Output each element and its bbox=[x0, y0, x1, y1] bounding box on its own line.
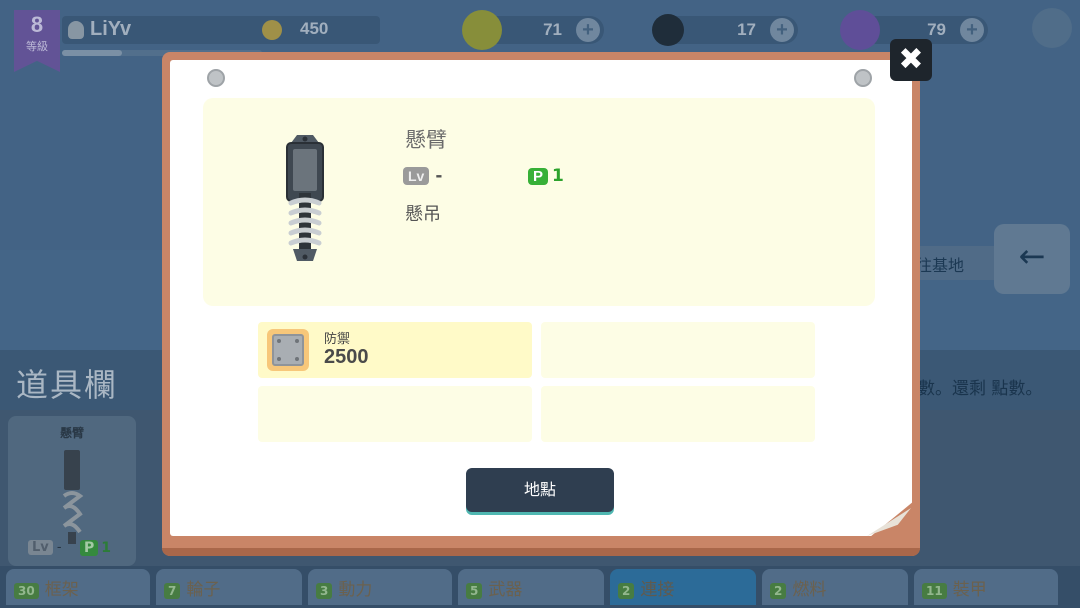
place-button[interactable]: 地點 bbox=[466, 468, 614, 512]
pin-right-icon bbox=[854, 69, 872, 87]
suspension-arm-icon bbox=[286, 135, 324, 261]
stat-empty bbox=[258, 386, 532, 442]
rivet bbox=[295, 339, 299, 343]
close-button[interactable]: ✖ bbox=[890, 39, 932, 81]
part-category: 懸吊 bbox=[405, 204, 441, 225]
stat-label: 防禦 bbox=[324, 332, 351, 347]
armor-plate-icon bbox=[267, 329, 309, 371]
lv-chip: Lv bbox=[403, 167, 430, 185]
pin-left-icon bbox=[207, 69, 225, 87]
stat-empty bbox=[541, 322, 815, 378]
part-points: P1 bbox=[528, 166, 564, 186]
part-level: Lv - bbox=[403, 166, 442, 186]
rivet bbox=[277, 357, 281, 361]
armor-plate-inner bbox=[272, 334, 304, 366]
rivet bbox=[277, 339, 281, 343]
rivet bbox=[295, 357, 299, 361]
part-name: 懸臂 bbox=[405, 128, 447, 152]
p-value: 1 bbox=[552, 166, 564, 186]
stat-empty bbox=[541, 386, 815, 442]
stat-value: 2500 bbox=[324, 346, 369, 368]
stat-defense: 防禦 2500 bbox=[258, 322, 532, 378]
lv-value: - bbox=[435, 166, 443, 186]
p-chip: P bbox=[528, 168, 549, 185]
